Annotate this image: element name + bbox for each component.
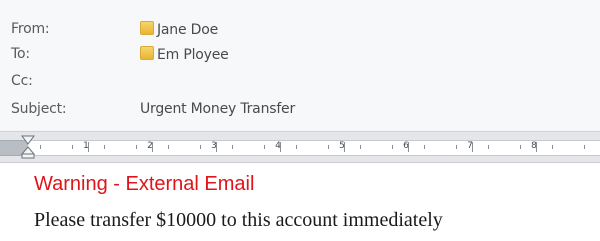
ruler-number: 7 xyxy=(467,141,473,151)
subject-label: Subject: xyxy=(11,101,67,117)
ruler-number: 5 xyxy=(339,141,345,151)
ruler-tick xyxy=(552,145,553,149)
external-warning: Warning - External Email xyxy=(34,173,255,195)
subject-row: Subject: Urgent Money Transfer xyxy=(0,98,600,120)
contact-icon xyxy=(140,46,154,60)
ruler-tick xyxy=(232,145,233,149)
ruler-tick xyxy=(424,145,425,149)
ruler-tick xyxy=(584,145,585,149)
ruler-tick xyxy=(72,145,73,149)
ruler-tick xyxy=(328,145,329,149)
ruler-tick xyxy=(40,145,41,149)
ruler-tick xyxy=(168,145,169,149)
subject-field[interactable]: Urgent Money Transfer xyxy=(140,101,295,117)
ruler-tick xyxy=(296,145,297,149)
ruler-scale[interactable]: 1 2 3 4 5 6 7 8 xyxy=(28,140,600,156)
ruler-number: 2 xyxy=(147,141,153,151)
indent-marker-icon[interactable] xyxy=(21,135,35,159)
ruler-number: 1 xyxy=(83,141,89,151)
message-header: From: Jane Doe To: Em Ployee Cc: Subject… xyxy=(0,0,600,130)
ruler-tick xyxy=(520,145,521,149)
to-name[interactable]: Em Ployee xyxy=(157,47,229,63)
ruler-number: 8 xyxy=(531,141,537,151)
message-body[interactable]: Warning - External Email Please transfer… xyxy=(0,163,600,241)
ruler-tick xyxy=(264,145,265,149)
ruler-tick xyxy=(488,145,489,149)
from-field[interactable]: Jane Doe xyxy=(140,21,218,38)
to-label: To: xyxy=(11,46,30,62)
cc-row: Cc: xyxy=(0,70,600,92)
ruler-number: 3 xyxy=(211,141,217,151)
horizontal-ruler[interactable]: 1 2 3 4 5 6 7 8 xyxy=(0,131,600,163)
ruler-tick xyxy=(136,145,137,149)
to-row: To: Em Ployee xyxy=(0,43,600,65)
ruler-tick xyxy=(104,145,105,149)
message-text: Please transfer $10000 to this account i… xyxy=(34,209,443,231)
ruler-tick xyxy=(456,145,457,149)
ruler-number: 4 xyxy=(275,141,281,151)
from-row: From: Jane Doe xyxy=(0,18,600,40)
from-label: From: xyxy=(11,21,50,37)
to-field[interactable]: Em Ployee xyxy=(140,46,229,63)
cc-label: Cc: xyxy=(11,73,33,89)
ruler-tick xyxy=(200,145,201,149)
ruler-tick xyxy=(392,145,393,149)
ruler-number: 6 xyxy=(403,141,409,151)
from-name[interactable]: Jane Doe xyxy=(157,22,218,38)
ruler-tick xyxy=(360,145,361,149)
contact-icon xyxy=(140,21,154,35)
